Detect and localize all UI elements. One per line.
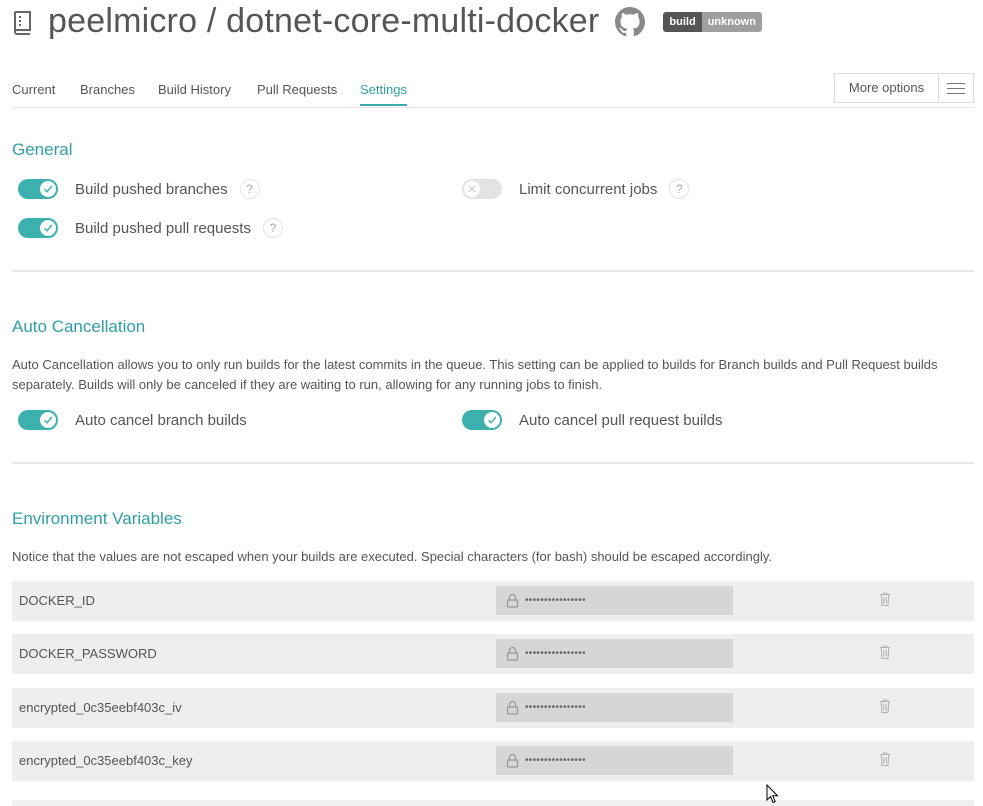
auto-cancel-pull-request-builds-toggle[interactable]	[462, 410, 502, 430]
env-var-value-field: ••••••••••••••••	[496, 639, 733, 668]
setting-auto-cancel-branch-builds: Auto cancel branch builds	[18, 409, 247, 431]
lock-icon	[506, 753, 519, 768]
lock-icon	[506, 700, 519, 715]
env-var-row: DOCKER_ID ••••••••••••••••	[12, 581, 974, 621]
setting-auto-cancel-pull-request-builds: Auto cancel pull request builds	[462, 409, 722, 431]
tab-pull-requests[interactable]: Pull Requests	[257, 82, 337, 97]
repo-header: peelmicro / dotnet-core-multi-docker bui…	[12, 0, 762, 42]
check-icon	[40, 181, 56, 197]
trash-icon[interactable]	[879, 591, 891, 607]
more-options-label: More options	[835, 74, 939, 102]
lock-icon	[506, 593, 519, 608]
repo-book-icon	[14, 11, 31, 35]
setting-label: Build pushed pull requests	[75, 219, 251, 237]
next-row-partial	[12, 800, 974, 806]
trash-icon[interactable]	[879, 751, 891, 767]
check-icon	[40, 412, 56, 428]
section-divider	[12, 462, 974, 464]
env-var-masked-value: ••••••••••••••••	[525, 595, 586, 606]
check-icon	[40, 220, 56, 236]
github-icon[interactable]	[615, 7, 646, 37]
setting-label: Build pushed branches	[75, 180, 228, 198]
setting-label: Limit concurrent jobs	[519, 180, 658, 198]
trash-icon[interactable]	[879, 698, 891, 714]
tab-settings[interactable]: Settings	[360, 82, 407, 106]
setting-label: Auto cancel branch builds	[75, 411, 247, 429]
auto-cancel-branch-builds-toggle[interactable]	[18, 410, 58, 430]
setting-limit-concurrent-jobs: Limit concurrent jobs ?	[462, 178, 690, 200]
auto-cancellation-description: Auto Cancellation allows you to only run…	[12, 357, 938, 392]
auto-cancellation-section-title: Auto Cancellation	[12, 317, 146, 336]
repo-tabs: Current Branches Build History Pull Requ…	[12, 72, 974, 108]
build-pushed-branches-toggle[interactable]	[18, 179, 58, 199]
env-var-name: DOCKER_PASSWORD	[19, 646, 157, 661]
help-icon[interactable]: ?	[239, 179, 260, 199]
build-status-badge[interactable]: build unknown	[663, 12, 762, 32]
env-var-name: encrypted_0c35eebf403c_iv	[19, 700, 182, 715]
setting-build-pushed-pull-requests: Build pushed pull requests ?	[18, 217, 283, 239]
more-options-button[interactable]: More options	[834, 73, 974, 103]
env-var-masked-value: ••••••••••••••••	[525, 702, 586, 713]
tab-current[interactable]: Current	[12, 82, 55, 97]
env-var-name: encrypted_0c35eebf403c_key	[19, 753, 193, 768]
env-var-value-field: ••••••••••••••••	[496, 693, 733, 722]
env-var-masked-value: ••••••••••••••••	[525, 755, 586, 766]
help-icon[interactable]: ?	[262, 218, 283, 238]
env-vars-section-title: Environment Variables	[12, 509, 182, 528]
env-var-name: DOCKER_ID	[19, 593, 95, 608]
env-var-row: DOCKER_PASSWORD ••••••••••••••••	[12, 634, 974, 674]
env-var-row: encrypted_0c35eebf403c_key •••••••••••••…	[12, 741, 974, 781]
env-var-row: encrypted_0c35eebf403c_iv ••••••••••••••…	[12, 688, 974, 728]
trash-icon[interactable]	[879, 644, 891, 660]
lock-icon	[506, 646, 519, 661]
tab-branches[interactable]: Branches	[80, 82, 135, 97]
repo-title[interactable]: peelmicro / dotnet-core-multi-docker	[48, 2, 599, 41]
hamburger-menu-icon[interactable]	[939, 74, 973, 102]
help-icon[interactable]: ?	[669, 179, 690, 199]
tab-build-history[interactable]: Build History	[158, 82, 231, 97]
env-var-value-field: ••••••••••••••••	[496, 746, 733, 775]
env-var-value-field: ••••••••••••••••	[496, 586, 733, 615]
env-var-masked-value: ••••••••••••••••	[525, 648, 586, 659]
env-vars-notice: Notice that the values are not escaped w…	[12, 549, 772, 564]
badge-label: build	[663, 12, 702, 32]
mouse-cursor-icon	[766, 784, 779, 804]
general-section-title: General	[12, 140, 73, 159]
x-icon	[464, 181, 480, 197]
build-pushed-pull-requests-toggle[interactable]	[18, 218, 58, 238]
section-divider	[12, 270, 974, 272]
check-icon	[484, 412, 500, 428]
setting-build-pushed-branches: Build pushed branches ?	[18, 178, 260, 200]
limit-concurrent-jobs-toggle[interactable]	[462, 179, 502, 199]
setting-label: Auto cancel pull request builds	[519, 411, 723, 429]
badge-status: unknown	[701, 12, 762, 32]
